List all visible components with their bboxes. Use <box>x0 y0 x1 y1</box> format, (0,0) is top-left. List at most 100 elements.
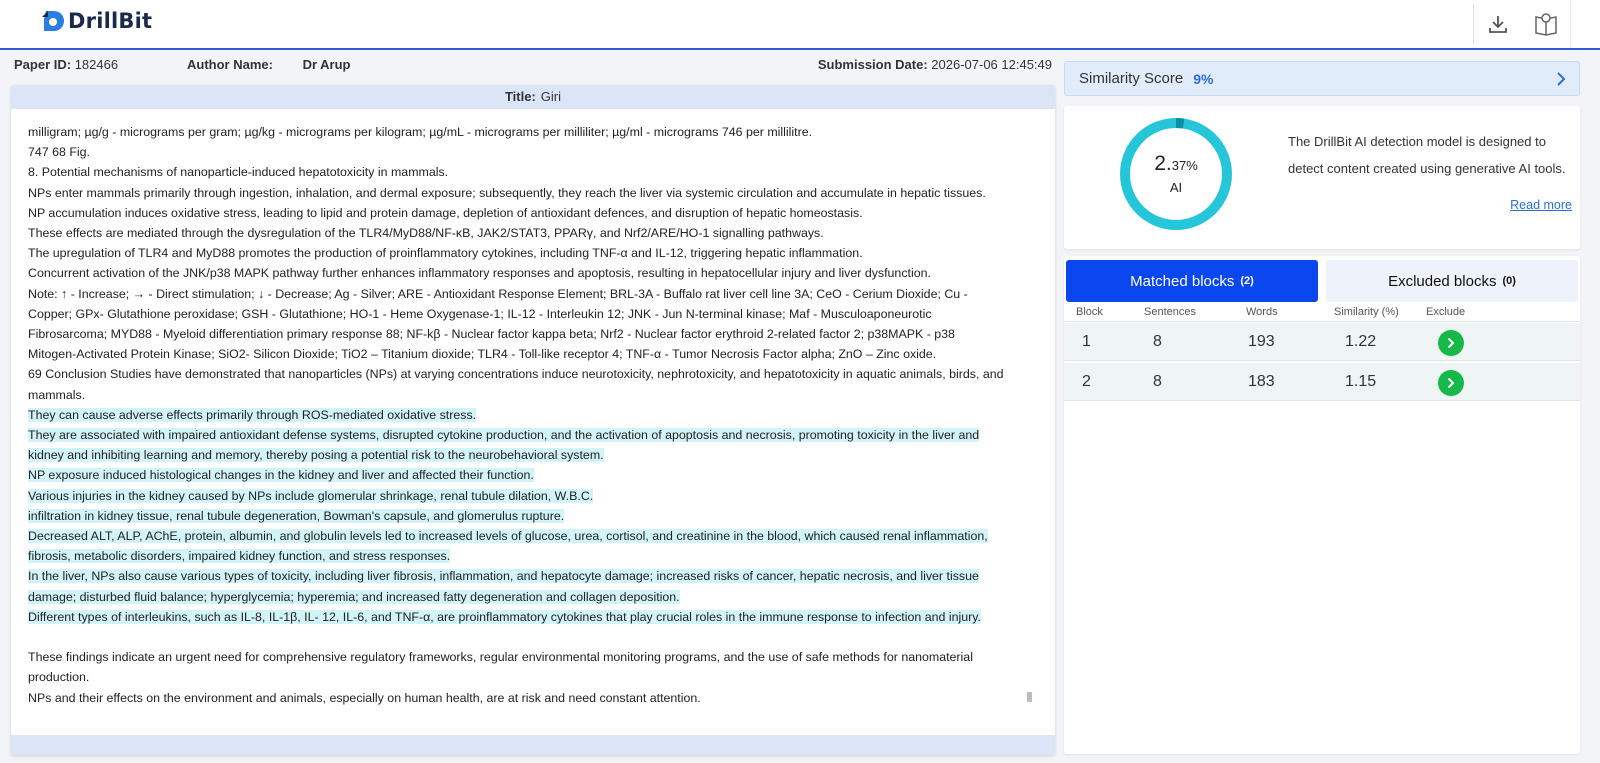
line-text: In the liver, NPs also cause various typ… <box>28 569 979 584</box>
col-words: Words <box>1246 306 1278 318</box>
excluded-blocks-label: Excluded blocks <box>1388 272 1497 290</box>
row-words: 193 <box>1248 333 1275 350</box>
document-line: NPs enter mammals primarily through inge… <box>28 183 1028 203</box>
line-text: Decreased ALT, ALP, AChE, protein, album… <box>28 529 988 544</box>
report-button[interactable] <box>1522 0 1570 48</box>
line-text: NP exposure induced histological changes… <box>28 468 534 483</box>
line-text: NP accumulation induces oxidative stress… <box>28 205 863 220</box>
document-line: Mitogen-Activated Protein Kinase; SiO2- … <box>28 344 1028 364</box>
highlighted-sentence: Decreased ALT, ALP, AChE, protein, album… <box>28 526 1028 546</box>
line-text: Note: ↑ - Increase; → - Direct stimulati… <box>28 286 968 301</box>
highlighted-sentence: They can cause adverse effects primarily… <box>28 405 1028 425</box>
excluded-blocks-count: (0) <box>1502 275 1516 287</box>
top-actions <box>1473 0 1600 48</box>
highlighted-sentence: In the liver, NPs also cause various typ… <box>28 566 1028 586</box>
title-label: Title: <box>504 89 536 104</box>
highlighted-sentence: Various injuries in the kidney caused by… <box>28 486 1028 506</box>
line-text: fibrosis, metabolic disorders, impaired … <box>28 549 451 564</box>
line-text: Various injuries in the kidney caused by… <box>28 488 594 503</box>
window-scroll-area <box>1570 0 1600 48</box>
line-text: NPs and their effects on the environment… <box>28 690 701 705</box>
chevron-right-icon <box>1557 72 1566 86</box>
document-title-bar: Title: Giri <box>11 85 1055 109</box>
similarity-value: 9% <box>1193 70 1214 87</box>
highlighted-sentence: damage; disturbed fluid balance; hypergl… <box>28 587 1028 607</box>
document-line: 747 68 Fig. <box>28 142 1028 162</box>
line-text: NPs enter mammals primarily through inge… <box>28 185 986 200</box>
matched-blocks-label: Matched blocks <box>1130 272 1235 290</box>
line-text: These effects are mediated through the d… <box>28 226 824 241</box>
line-text: 8. Potential mechanisms of nanoparticle-… <box>28 165 449 180</box>
exclude-button[interactable] <box>1438 370 1464 396</box>
line-text: They can cause adverse effects primarily… <box>28 407 477 422</box>
row-similarity: 1.15 <box>1345 373 1377 390</box>
ai-tag: AI <box>1169 180 1183 195</box>
drillbit-logo-icon <box>42 11 64 31</box>
highlighted-sentence: kidney and inhibiting learning and memor… <box>28 445 1028 465</box>
line-text: production. <box>28 670 90 685</box>
download-icon <box>1489 16 1507 33</box>
document-line: 8. Potential mechanisms of nanoparticle-… <box>28 162 1028 182</box>
line-text: Fibrosarcoma; MYD88 - Myeloid differenti… <box>28 327 955 342</box>
highlighted-sentence: They are associated with impaired antiox… <box>28 425 1028 445</box>
read-more-link[interactable]: Read more <box>1510 198 1572 212</box>
row-block: 1 <box>1082 333 1091 350</box>
line-text: damage; disturbed fluid balance; hypergl… <box>28 589 680 604</box>
line-text: Different types of interleukins, such as… <box>28 609 981 624</box>
document-line: NPs and their effects on the environment… <box>28 688 1028 708</box>
line-text: kidney and inhibiting learning and memor… <box>28 448 604 463</box>
blocks-table-header: Block Sentences Words Similarity (%) Exc… <box>1064 302 1580 322</box>
ai-percent-dec: 37% <box>1171 158 1198 173</box>
author: Author Name: Dr Arup <box>187 55 350 75</box>
table-row[interactable]: 1 8 193 1.22 <box>1064 323 1580 361</box>
paper-id-label: Paper ID: <box>14 57 72 72</box>
author-value: Dr Arup <box>302 57 351 72</box>
document-scrollbar[interactable] <box>1027 692 1032 702</box>
tab-matched-blocks[interactable]: Matched blocks (2) <box>1066 260 1318 302</box>
document-line: These findings indicate an urgent need f… <box>28 647 1028 667</box>
submission-date-label: Submission Date: <box>817 57 928 72</box>
col-sentences: Sentences <box>1144 306 1196 318</box>
document-text[interactable]: milligram; µg/g - micrograms per gram; µ… <box>28 122 1028 708</box>
app-logo[interactable]: DrillBit <box>40 6 152 36</box>
line-text: 69 Conclusion Studies have demonstrated … <box>28 367 1004 382</box>
ai-score: 2.37% AI <box>1119 117 1233 231</box>
tab-excluded-blocks[interactable]: Excluded blocks (0) <box>1326 260 1578 302</box>
line-text: Mitogen-Activated Protein Kinase; SiO2- … <box>28 347 937 362</box>
paper-id: Paper ID: 182466 <box>14 55 118 75</box>
ai-description: The DrillBit AI detection model is desig… <box>1288 134 1566 176</box>
top-bar: DrillBit <box>0 0 1600 50</box>
download-button[interactable] <box>1474 0 1522 48</box>
document-footer-bar <box>11 735 1055 755</box>
document-line: production. <box>28 667 1028 687</box>
similarity-score-bar[interactable]: Similarity Score 9% <box>1064 61 1580 96</box>
col-similarity: Similarity (%) <box>1334 306 1399 318</box>
submission-date-value: 2026-07-06 12:45:49 <box>931 57 1052 72</box>
row-sentences: 8 <box>1153 373 1162 390</box>
document-line: The upregulation of TLR4 and MyD88 promo… <box>28 243 1028 263</box>
line-text: 747 68 Fig. <box>28 145 90 160</box>
document-line: Note: ↑ - Increase; → - Direct stimulati… <box>28 284 1028 304</box>
document-line: 69 Conclusion Studies have demonstrated … <box>28 364 1028 384</box>
document-panel: Title: Giri milligram; µg/g - micrograms … <box>11 85 1055 755</box>
document-line: NP accumulation induces oxidative stress… <box>28 203 1028 223</box>
line-text: milligram; µg/g - micrograms per gram; µ… <box>28 125 813 139</box>
document-line: These effects are mediated through the d… <box>28 223 1028 243</box>
line-text: infiltration in kidney tissue, renal tub… <box>28 508 565 523</box>
ai-percent-int: 2. <box>1154 152 1172 175</box>
exclude-button[interactable] <box>1438 330 1464 356</box>
table-row[interactable]: 2 8 183 1.15 <box>1064 363 1580 401</box>
submission-date: Submission Date: 2026-07-06 12:45:49 <box>818 55 1052 75</box>
line-text: mammals. <box>28 387 86 402</box>
col-block: Block <box>1076 306 1103 318</box>
document-line: Concurrent activation of the JNK/p38 MAP… <box>28 263 1028 283</box>
similarity-label: Similarity Score <box>1079 70 1184 87</box>
row-block: 2 <box>1082 373 1091 390</box>
chevron-right-icon <box>1447 377 1455 389</box>
ai-percent: 2.37% <box>1154 152 1198 178</box>
highlighted-sentence: fibrosis, metabolic disorders, impaired … <box>28 546 1028 566</box>
document-line: Fibrosarcoma; MYD88 - Myeloid differenti… <box>28 324 1028 344</box>
line-text: They are associated with impaired antiox… <box>28 428 980 443</box>
document-line: milligram; µg/g - micrograms per gram; µ… <box>28 122 1028 142</box>
